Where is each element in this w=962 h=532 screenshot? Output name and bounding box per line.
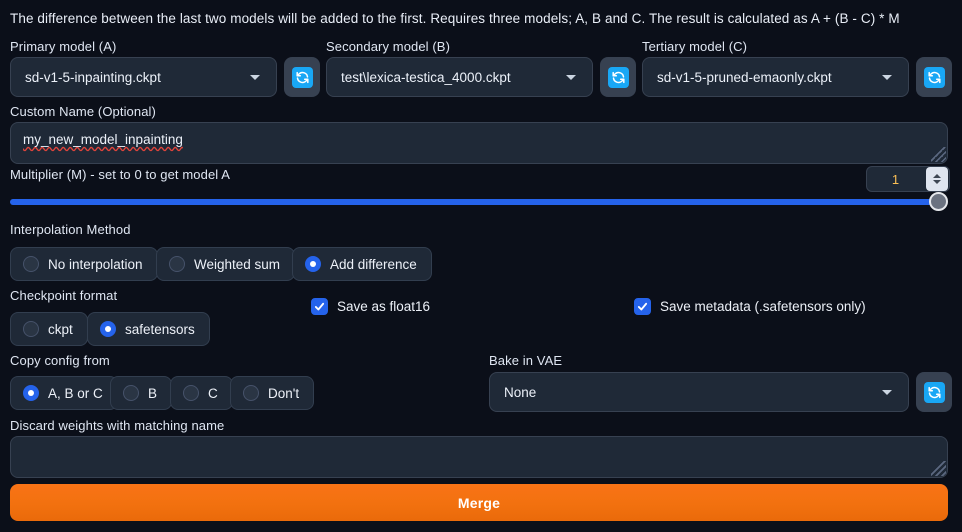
copy-config-option-label: A, B or C	[48, 386, 103, 401]
tertiary-model-dropdown[interactable]: sd-v1-5-pruned-emaonly.ckpt	[642, 57, 909, 97]
radio-icon-selected	[100, 321, 116, 337]
checkpoint-format-option-safetensors[interactable]: safetensors	[87, 312, 210, 346]
save-float16-checkbox[interactable]: Save as float16	[311, 298, 430, 315]
multiplier-slider[interactable]	[10, 193, 948, 211]
slider-fill	[10, 199, 941, 205]
primary-model-refresh-button[interactable]	[284, 57, 320, 97]
save-metadata-label: Save metadata (.safetensors only)	[660, 299, 866, 314]
tertiary-model-value: sd-v1-5-pruned-emaonly.ckpt	[657, 70, 882, 85]
radio-icon	[23, 321, 39, 337]
checkpoint-format-option-label: ckpt	[48, 322, 73, 337]
refresh-icon	[924, 67, 945, 88]
copy-config-option-label: C	[208, 386, 218, 401]
radio-icon	[23, 256, 39, 272]
copy-config-label: Copy config from	[10, 353, 110, 368]
merge-button[interactable]: Merge	[10, 484, 948, 521]
custom-name-label: Custom Name (Optional)	[10, 104, 156, 119]
primary-model-dropdown[interactable]: sd-v1-5-inpainting.ckpt	[10, 57, 277, 97]
resize-handle-icon[interactable]	[931, 461, 946, 476]
interpolation-method-label: Interpolation Method	[10, 222, 131, 237]
secondary-model-dropdown[interactable]: test\lexica-testica_4000.ckpt	[326, 57, 593, 97]
copy-config-option-abc[interactable]: A, B or C	[10, 376, 118, 410]
secondary-model-refresh-button[interactable]	[600, 57, 636, 97]
interpolation-option-label: Weighted sum	[194, 257, 280, 272]
save-metadata-checkbox[interactable]: Save metadata (.safetensors only)	[634, 298, 866, 315]
copy-config-option-dont[interactable]: Don't	[230, 376, 314, 410]
interpolation-option-label: Add difference	[330, 257, 417, 272]
copy-config-option-c[interactable]: C	[170, 376, 233, 410]
secondary-model-value: test\lexica-testica_4000.ckpt	[341, 70, 566, 85]
radio-icon	[123, 385, 139, 401]
resize-handle-icon[interactable]	[931, 147, 946, 162]
radio-icon	[243, 385, 259, 401]
merge-description: The difference between the last two mode…	[10, 11, 900, 26]
slider-thumb[interactable]	[929, 192, 948, 211]
copy-config-option-label: B	[148, 386, 157, 401]
bake-vae-dropdown[interactable]: None	[489, 372, 909, 412]
radio-icon-selected	[305, 256, 321, 272]
tertiary-model-label: Tertiary model (C)	[642, 39, 747, 54]
multiplier-value: 1	[867, 172, 926, 187]
custom-name-input[interactable]: my_new_model_inpainting	[10, 122, 948, 164]
interpolation-option-weighted-sum[interactable]: Weighted sum	[156, 247, 295, 281]
primary-model-label: Primary model (A)	[10, 39, 116, 54]
discard-weights-input[interactable]	[10, 436, 948, 478]
stepper-up-icon[interactable]	[933, 174, 941, 178]
chevron-down-icon	[882, 390, 892, 395]
merge-button-label: Merge	[458, 495, 500, 511]
bake-vae-refresh-button[interactable]	[916, 372, 952, 412]
refresh-icon	[292, 67, 313, 88]
copy-config-option-b[interactable]: B	[110, 376, 172, 410]
copy-config-option-label: Don't	[268, 386, 299, 401]
multiplier-stepper[interactable]	[926, 167, 948, 191]
refresh-icon	[608, 67, 629, 88]
interpolation-option-no-interpolation[interactable]: No interpolation	[10, 247, 158, 281]
chevron-down-icon	[566, 75, 576, 80]
multiplier-label: Multiplier (M) - set to 0 to get model A	[10, 167, 230, 182]
interpolation-option-add-difference[interactable]: Add difference	[292, 247, 432, 281]
primary-model-value: sd-v1-5-inpainting.ckpt	[25, 70, 250, 85]
checkpoint-format-option-ckpt[interactable]: ckpt	[10, 312, 88, 346]
radio-icon	[169, 256, 185, 272]
chevron-down-icon	[882, 75, 892, 80]
checkpoint-format-label: Checkpoint format	[10, 288, 117, 303]
secondary-model-label: Secondary model (B)	[326, 39, 450, 54]
bake-vae-value: None	[504, 385, 882, 400]
interpolation-option-label: No interpolation	[48, 257, 143, 272]
model-merger-panel: The difference between the last two mode…	[0, 0, 962, 532]
multiplier-number-input[interactable]: 1	[866, 166, 950, 192]
tertiary-model-refresh-button[interactable]	[916, 57, 952, 97]
refresh-icon	[924, 382, 945, 403]
radio-icon-selected	[23, 385, 39, 401]
checkbox-checked-icon	[311, 298, 328, 315]
checkpoint-format-option-label: safetensors	[125, 322, 195, 337]
discard-weights-label: Discard weights with matching name	[10, 418, 224, 433]
stepper-down-icon[interactable]	[933, 180, 941, 184]
bake-vae-label: Bake in VAE	[489, 353, 562, 368]
custom-name-value: my_new_model_inpainting	[23, 132, 183, 147]
radio-icon	[183, 385, 199, 401]
checkbox-checked-icon	[634, 298, 651, 315]
chevron-down-icon	[250, 75, 260, 80]
save-float16-label: Save as float16	[337, 299, 430, 314]
